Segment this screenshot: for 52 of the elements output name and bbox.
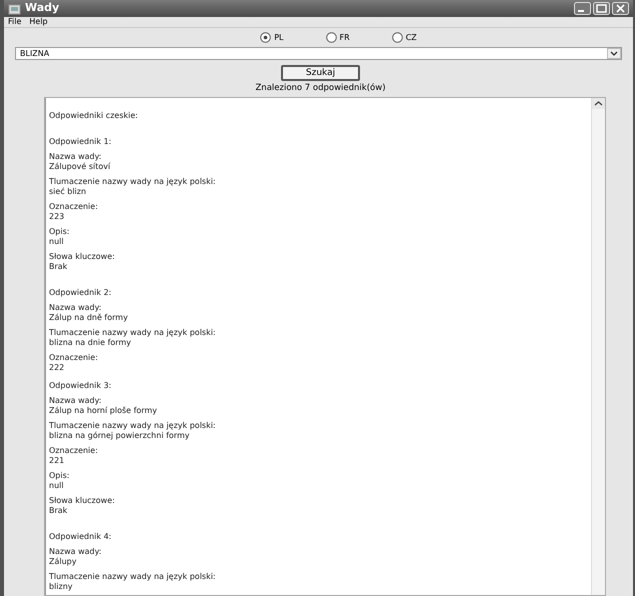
field-label: Tlumaczenie nazwy wady na język polski:: [49, 328, 217, 338]
field-label: Oznaczenie:: [49, 202, 99, 212]
field-value: Zálup na dně formy: [49, 313, 129, 323]
section-heading: Odpowiedniki czeskie:: [49, 111, 139, 121]
field-label: Opis:: [49, 227, 70, 237]
section-heading: Odpowiednik 2:: [49, 287, 112, 298]
field-value: sieć blizn: [49, 187, 88, 197]
field-label: Tlumaczenie nazwy wady na język polski:: [49, 177, 217, 187]
field-value: Zálupy: [49, 557, 78, 567]
section-heading: Odpowiednik 4:: [49, 531, 112, 542]
radio-label[interactable]: CZ: [406, 32, 417, 44]
minimize-icon[interactable]: [574, 2, 591, 15]
field-value: 223: [49, 212, 66, 222]
field-value: blizna na górnej powierzchni formy: [49, 431, 190, 441]
search-button[interactable]: Szukaj: [281, 65, 360, 81]
menu-item[interactable]: Help: [29, 18, 48, 26]
field-value: Brak: [49, 506, 68, 516]
field-label: Nazwa wady:: [49, 303, 102, 313]
search-combobox[interactable]: BLIZNA: [15, 47, 622, 60]
result-count: Znaleziono 7 odpowiednik(ów): [255, 83, 386, 94]
maximize-icon[interactable]: [593, 2, 610, 15]
field-label: Tlumaczenie nazwy wady na język polski:: [49, 572, 217, 582]
field-label: Oznaczenie:: [49, 353, 99, 363]
radio-button[interactable]: [260, 32, 272, 43]
field-value: 222: [49, 363, 66, 373]
close-icon[interactable]: [612, 2, 629, 15]
field-label: Nazwa wady:: [49, 152, 102, 162]
field-value: 221: [49, 456, 66, 466]
section-heading: Odpowiednik 1:: [49, 136, 112, 147]
section-heading: Odpowiednik 3:: [49, 381, 112, 391]
field-label: Tlumaczenie nazwy wady na język polski:: [49, 421, 217, 431]
field-value: null: [49, 237, 65, 247]
field-label: Nazwa wady:: [49, 547, 102, 557]
menu-item[interactable]: File: [8, 18, 22, 26]
field-value: Brak: [49, 262, 68, 272]
field-label: Słowa kluczowe:: [49, 496, 116, 506]
field-label: Oznaczenie:: [49, 446, 99, 456]
field-value: blizna na dnie formy: [49, 338, 132, 348]
radio-label[interactable]: PL: [274, 32, 284, 44]
field-value: Zálup na horní ploše formy: [49, 406, 158, 416]
field-label: Nazwa wady:: [49, 396, 102, 406]
vertical-scrollbar[interactable]: [591, 98, 605, 595]
field-value: Zálupové sítoví: [49, 162, 112, 172]
field-label: Opis:: [49, 471, 70, 481]
app-icon: [8, 2, 21, 14]
radio-label[interactable]: FR: [340, 32, 350, 44]
window-title: Wady: [25, 0, 60, 16]
field-label: Słowa kluczowe:: [49, 252, 116, 262]
field-value: blizny: [49, 582, 74, 592]
field-value: null: [49, 481, 65, 491]
radio-button[interactable]: [326, 32, 337, 43]
radio-button[interactable]: [392, 32, 403, 43]
